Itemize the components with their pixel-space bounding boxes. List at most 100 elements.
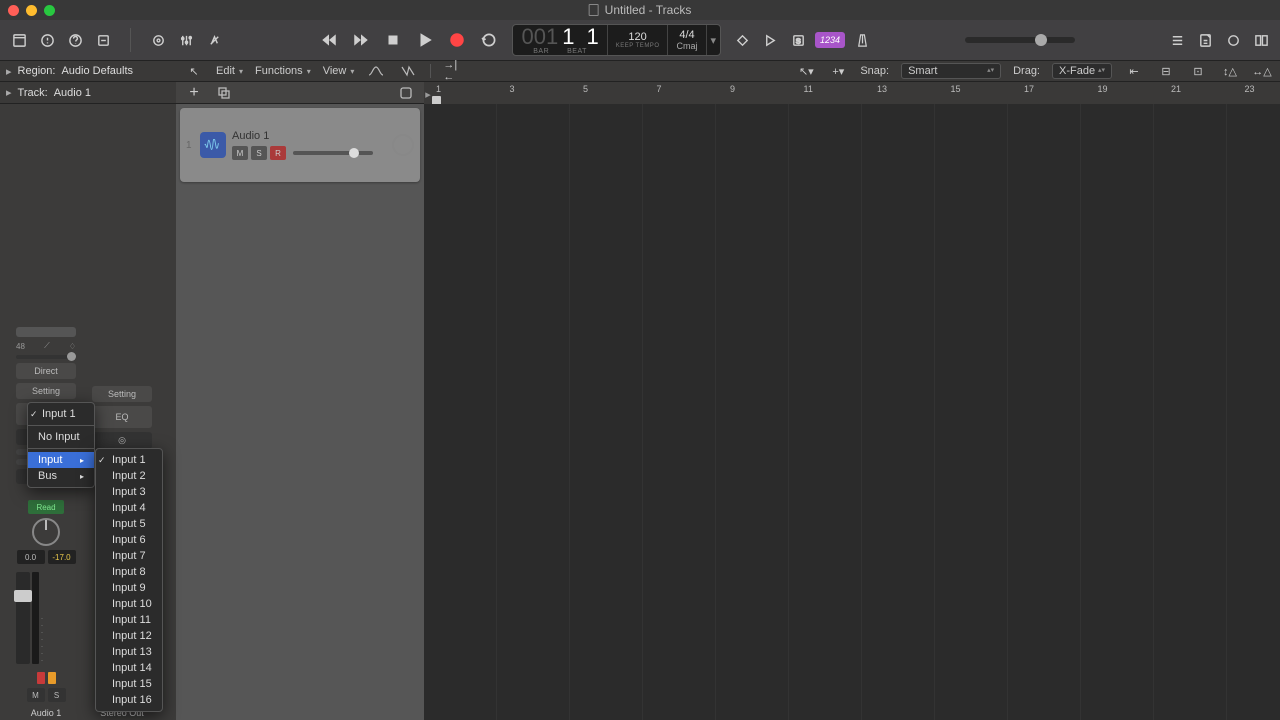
input-context-menu[interactable]: Input 1 No Input Input Bus <box>27 402 95 488</box>
view-menu[interactable]: View <box>323 65 355 77</box>
cursor-tool[interactable]: ↖▾ <box>796 61 816 81</box>
replace-button[interactable] <box>731 29 753 51</box>
metronome-button[interactable] <box>851 29 873 51</box>
global-tracks-button[interactable] <box>396 83 416 103</box>
visibility-slot[interactable]: ◎ <box>92 432 152 449</box>
loops-button[interactable] <box>1222 29 1244 51</box>
track-disclosure-icon[interactable]: ▸ <box>6 86 12 99</box>
count-in-button[interactable]: 1234 <box>815 32 845 48</box>
setting-slot-2[interactable]: Setting <box>92 386 152 402</box>
ruler-handle[interactable]: ▸ <box>424 82 432 106</box>
menu-item-input-6[interactable]: Input 6 <box>96 532 162 548</box>
input-gain-slider[interactable] <box>16 355 76 359</box>
menu-item-input-9[interactable]: Input 9 <box>96 580 162 596</box>
close-window-button[interactable] <box>8 5 19 16</box>
smart-controls-button[interactable] <box>147 29 169 51</box>
mute-button[interactable]: M <box>27 688 45 702</box>
track-mute-button[interactable]: M <box>232 146 248 160</box>
forward-button[interactable] <box>348 27 374 53</box>
track-volume-slider[interactable] <box>293 151 373 155</box>
track-name[interactable]: Audio 1 <box>232 130 386 142</box>
track-pan-knob[interactable] <box>392 134 414 156</box>
menu-item-no-input[interactable]: No Input <box>28 429 94 445</box>
vert-zoom-slider-icon[interactable]: ↕△ <box>1220 61 1240 81</box>
notepad-button[interactable] <box>1194 29 1216 51</box>
menu-item-input-15[interactable]: Input 15 <box>96 676 162 692</box>
menu-item-input-10[interactable]: Input 10 <box>96 596 162 612</box>
menu-item-input-14[interactable]: Input 14 <box>96 660 162 676</box>
horiz-zoom-slider-icon[interactable]: ↔△ <box>1252 61 1272 81</box>
lcd-beat-label: BEAT <box>567 48 587 55</box>
menu-item-input-5[interactable]: Input 5 <box>96 516 162 532</box>
region-disclosure-icon[interactable]: ▸ <box>6 65 12 78</box>
library-button[interactable] <box>8 29 30 51</box>
mixer-button[interactable] <box>175 29 197 51</box>
menu-item-input-7[interactable]: Input 7 <box>96 548 162 564</box>
record-button[interactable] <box>444 27 470 53</box>
edit-menu[interactable]: Edit <box>216 65 243 77</box>
timeline-ruler[interactable]: 1357911131517192123 <box>432 82 1280 105</box>
rewind-button[interactable] <box>316 27 342 53</box>
solo-button[interactable]: S <box>787 29 809 51</box>
menu-item-input-13[interactable]: Input 13 <box>96 644 162 660</box>
menu-item-current-input[interactable]: Input 1 <box>28 406 94 422</box>
zoom-fit-icon[interactable]: ⊡ <box>1188 61 1208 81</box>
track-record-button[interactable]: R <box>270 146 286 160</box>
list-editors-button[interactable] <box>1166 29 1188 51</box>
inspector-button[interactable] <box>36 29 58 51</box>
eq-slot-2[interactable]: EQ <box>92 406 152 428</box>
help-button[interactable] <box>64 29 86 51</box>
menu-item-input-2[interactable]: Input 2 <box>96 468 162 484</box>
lcd-beat: 1 <box>586 26 598 48</box>
flex-icon[interactable] <box>398 61 418 81</box>
record-enable-indicator[interactable] <box>37 672 45 684</box>
menu-item-input-1[interactable]: Input 1 <box>96 452 162 468</box>
menu-item-input-submenu[interactable]: Input <box>28 452 94 468</box>
automation-read-button[interactable]: Read <box>28 500 64 514</box>
volume-fader[interactable] <box>16 572 30 664</box>
ruler-number: 7 <box>657 84 662 94</box>
catch-playhead-icon[interactable]: →|← <box>443 61 463 81</box>
minimize-window-button[interactable] <box>26 5 37 16</box>
menu-item-input-4[interactable]: Input 4 <box>96 500 162 516</box>
pointer-tool-icon[interactable]: ↖ <box>184 61 204 81</box>
automation-curve-icon[interactable] <box>366 61 386 81</box>
input-monitor-indicator[interactable] <box>48 672 56 684</box>
media-button[interactable] <box>1250 29 1272 51</box>
cycle-button[interactable] <box>476 27 502 53</box>
lcd-display[interactable]: 001 1 1 BAR BEAT 120 KEEP TEMPO 4/4 Cmaj… <box>512 24 721 56</box>
play-button[interactable] <box>412 27 438 53</box>
menu-item-input-16[interactable]: Input 16 <box>96 692 162 708</box>
meter-readout: -17.0 <box>48 550 76 564</box>
direct-slot[interactable]: Direct <box>16 363 76 379</box>
master-volume-slider[interactable] <box>965 37 1075 43</box>
editors-button[interactable] <box>203 29 225 51</box>
autopunch-button[interactable] <box>759 29 781 51</box>
toolbar-button[interactable] <box>92 29 114 51</box>
zoom-vertical-icon[interactable]: ⊟ <box>1156 61 1176 81</box>
pan-knob[interactable] <box>32 518 60 546</box>
solo-channel-button[interactable]: S <box>48 688 66 702</box>
drag-dropdown[interactable]: X-Fade <box>1052 63 1112 79</box>
stop-button[interactable] <box>380 27 406 53</box>
snap-dropdown[interactable]: Smart <box>901 63 1001 79</box>
track-value[interactable]: Audio 1 <box>54 87 91 99</box>
menu-item-input-3[interactable]: Input 3 <box>96 484 162 500</box>
main-toolbar: 001 1 1 BAR BEAT 120 KEEP TEMPO 4/4 Cmaj… <box>0 20 1280 60</box>
track-row[interactable]: 1 Audio 1 M S R <box>180 108 420 182</box>
menu-item-bus-submenu[interactable]: Bus <box>28 468 94 484</box>
add-track-button[interactable]: + <box>184 83 204 103</box>
menu-item-input-8[interactable]: Input 8 <box>96 564 162 580</box>
track-solo-button[interactable]: S <box>251 146 267 160</box>
nudge-left-icon[interactable]: ⇤ <box>1124 61 1144 81</box>
zoom-window-button[interactable] <box>44 5 55 16</box>
menu-item-input-12[interactable]: Input 12 <box>96 628 162 644</box>
marquee-tool[interactable]: +▾ <box>828 61 848 81</box>
arrange-area[interactable] <box>424 104 1280 720</box>
duplicate-track-button[interactable] <box>214 83 234 103</box>
menu-item-input-11[interactable]: Input 11 <box>96 612 162 628</box>
input-list-submenu[interactable]: Input 1Input 2Input 3Input 4Input 5Input… <box>95 448 163 712</box>
region-value[interactable]: Audio Defaults <box>61 65 133 77</box>
functions-menu[interactable]: Functions <box>255 65 311 77</box>
setting-slot[interactable]: Setting <box>16 383 76 399</box>
